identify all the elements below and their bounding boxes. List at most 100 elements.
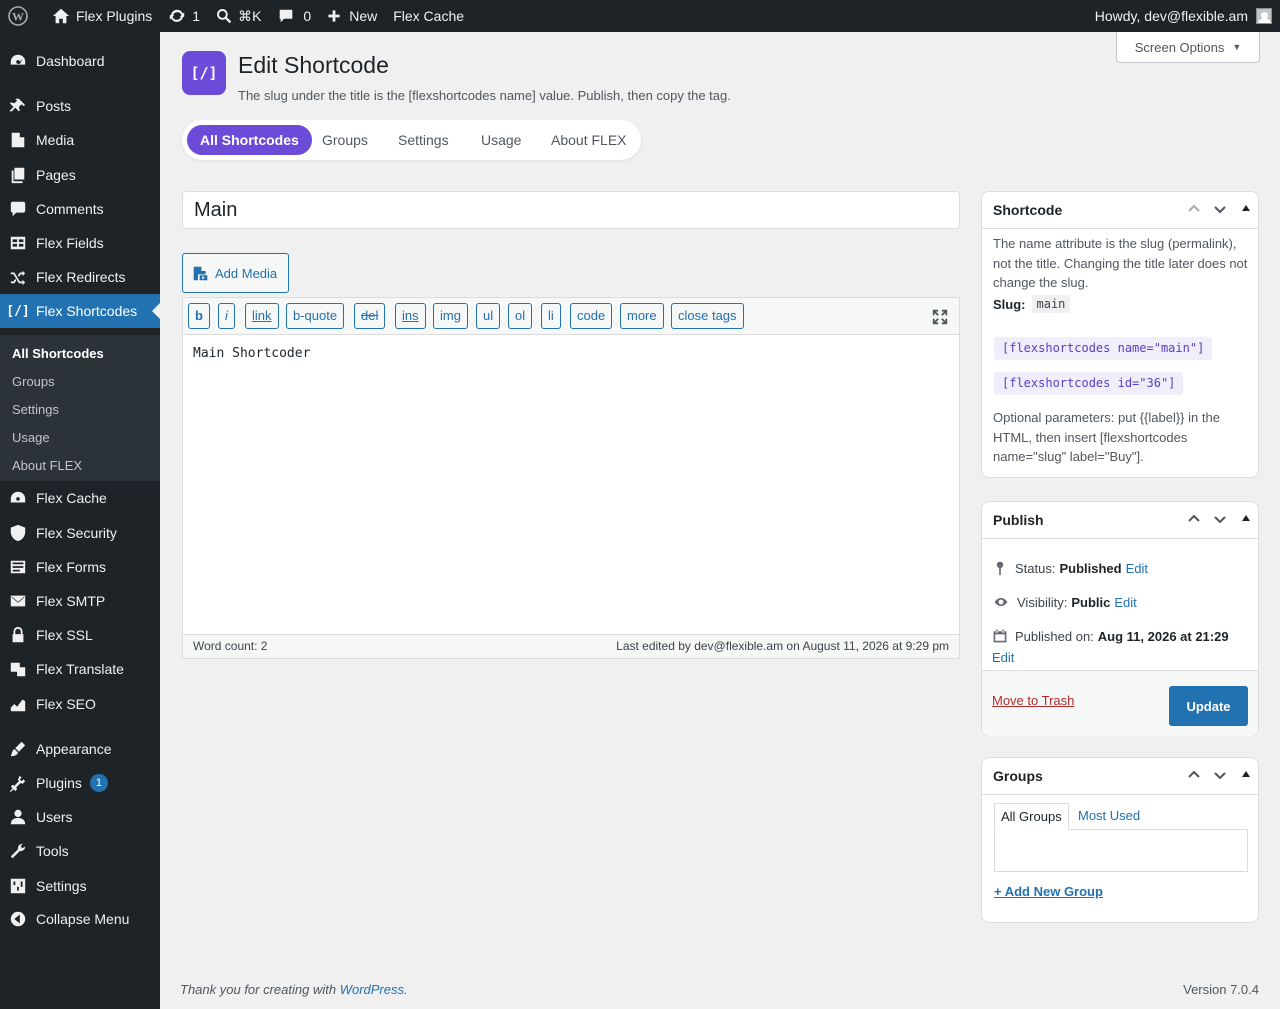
qt-ol-button[interactable]: ol — [508, 303, 533, 329]
move-up-icon[interactable] — [1187, 202, 1201, 219]
plus-icon — [328, 10, 340, 22]
tab-groups[interactable]: Groups — [309, 125, 381, 155]
shortcode-tag-name[interactable]: [flexshortcodes name="main"] — [994, 337, 1213, 360]
fullscreen-icon[interactable] — [931, 308, 949, 329]
menu-item-flex-cache[interactable]: Flex Cache — [0, 481, 160, 515]
tab-most-used[interactable]: Most Used — [1072, 803, 1146, 830]
qt-blockquote-button[interactable]: b-quote — [286, 303, 345, 329]
visibility-label: Visibility: — [1017, 594, 1068, 610]
move-to-trash-link[interactable]: Move to Trash — [992, 693, 1074, 708]
tab-settings[interactable]: Settings — [385, 125, 462, 155]
add-media-button[interactable]: Add Media — [182, 253, 289, 293]
menu-label: Settings — [36, 878, 87, 894]
site-name-link[interactable]: Flex Plugins — [44, 0, 160, 32]
move-down-icon[interactable] — [1213, 768, 1227, 785]
tab-all-groups[interactable]: All Groups — [994, 803, 1069, 830]
qt-ins-button[interactable]: ins — [395, 303, 426, 329]
status-label: Status: — [1015, 560, 1056, 576]
collapse-menu-button[interactable]: Collapse Menu — [0, 902, 160, 936]
pages-icon — [0, 166, 36, 184]
screen-options-button[interactable]: Screen Options ▼ — [1116, 32, 1260, 63]
editor-content[interactable]: Main Shortcoder — [193, 346, 310, 361]
qt-del-button[interactable]: del — [354, 303, 386, 329]
wordpress-link[interactable]: WordPress — [340, 982, 404, 997]
publish-box-title: Publish — [993, 512, 1044, 528]
menu-item-flex-ssl[interactable]: Flex SSL — [0, 618, 160, 652]
menu-item-flex-shortcodes[interactable]: [/] Flex Shortcodes — [0, 294, 160, 328]
wordpress-logo-icon[interactable]: W — [0, 0, 36, 32]
envelope-icon — [0, 592, 36, 610]
menu-item-flex-security[interactable]: Flex Security — [0, 516, 160, 550]
submenu-groups[interactable]: Groups — [12, 374, 55, 389]
toggle-panel-icon[interactable] — [1242, 515, 1250, 521]
flex-cache-link[interactable]: Flex Cache — [385, 0, 472, 32]
submenu-settings[interactable]: Settings — [12, 402, 59, 417]
qt-more-button[interactable]: more — [620, 303, 664, 329]
edit-date-link[interactable]: Edit — [992, 650, 1014, 665]
edit-status-link[interactable]: Edit — [1126, 561, 1148, 576]
user-icon — [0, 808, 36, 826]
shortcode-tag-id[interactable]: [flexshortcodes id="36"] — [994, 372, 1184, 395]
submenu-all-shortcodes[interactable]: All Shortcodes — [12, 346, 104, 361]
new-content-link[interactable]: New — [319, 0, 385, 32]
visibility-value: Public — [1071, 594, 1111, 610]
page-description: The slug under the title is the [flexsho… — [238, 88, 731, 103]
chart-icon — [0, 695, 36, 713]
menu-item-appearance[interactable]: Appearance — [0, 732, 160, 766]
toggle-panel-icon[interactable] — [1242, 205, 1250, 211]
qt-italic-button[interactable]: i — [218, 303, 235, 329]
command-palette-link[interactable]: ⌘K — [208, 0, 269, 32]
menu-item-users[interactable]: Users — [0, 800, 160, 834]
flex-cache-label: Flex Cache — [393, 8, 465, 24]
move-down-icon[interactable] — [1213, 512, 1227, 529]
qt-close-tags-button[interactable]: close tags — [671, 303, 744, 329]
qt-code-button[interactable]: code — [570, 303, 613, 329]
menu-item-dashboard[interactable]: Dashboard — [0, 44, 160, 78]
menu-label: Flex Cache — [36, 490, 107, 506]
move-up-icon[interactable] — [1187, 512, 1201, 529]
title-input[interactable]: Main — [182, 191, 960, 229]
menu-item-flex-translate[interactable]: Flex Translate — [0, 652, 160, 686]
qt-link-button[interactable]: link — [245, 303, 279, 329]
menu-label: Flex SEO — [36, 696, 96, 712]
menu-item-plugins[interactable]: Plugins 1 — [0, 766, 160, 800]
quicktags-toolbar: b i link b-quote del ins img ul ol li co… — [183, 298, 959, 335]
menu-item-flex-smtp[interactable]: Flex SMTP — [0, 584, 160, 618]
tab-usage[interactable]: Usage — [468, 125, 534, 155]
qt-ul-button[interactable]: ul — [476, 303, 501, 329]
comment-icon — [280, 9, 293, 23]
plug-icon — [0, 774, 36, 792]
menu-item-flex-forms[interactable]: Flex Forms — [0, 550, 160, 584]
edit-visibility-link[interactable]: Edit — [1114, 595, 1136, 610]
qt-li-button[interactable]: li — [541, 303, 561, 329]
menu-item-posts[interactable]: Posts — [0, 89, 160, 123]
pin-icon — [996, 561, 1004, 576]
menu-item-settings[interactable]: Settings — [0, 869, 160, 903]
add-new-group-link[interactable]: + Add New Group — [994, 884, 1103, 899]
menu-item-flex-redirects[interactable]: Flex Redirects — [0, 260, 160, 294]
slug-row: Slug: main — [993, 295, 1071, 313]
update-button[interactable]: Update — [1169, 686, 1248, 726]
move-up-icon[interactable] — [1187, 768, 1201, 785]
form-icon — [0, 558, 36, 576]
tab-about[interactable]: About FLEX — [538, 125, 640, 155]
qt-img-button[interactable]: img — [433, 303, 468, 329]
menu-item-flex-seo[interactable]: Flex SEO — [0, 687, 160, 721]
my-account[interactable]: Howdy, dev@flexible.am — [1095, 0, 1280, 32]
submenu-usage[interactable]: Usage — [12, 430, 50, 445]
move-down-icon[interactable] — [1213, 202, 1227, 219]
submenu-about[interactable]: About FLEX — [12, 458, 82, 473]
qt-bold-button[interactable]: b — [188, 303, 210, 329]
menu-item-tools[interactable]: Tools — [0, 834, 160, 868]
menu-item-pages[interactable]: Pages — [0, 158, 160, 192]
menu-label: Flex Forms — [36, 559, 106, 575]
page-title: Edit Shortcode — [238, 52, 389, 78]
menu-item-comments[interactable]: Comments — [0, 192, 160, 226]
menu-item-media[interactable]: Media — [0, 123, 160, 157]
toggle-panel-icon[interactable] — [1242, 771, 1250, 777]
menu-item-flex-fields[interactable]: Flex Fields — [0, 226, 160, 260]
updates-link[interactable]: 1 — [160, 0, 208, 32]
tab-all-shortcodes[interactable]: All Shortcodes — [187, 125, 312, 155]
visibility-row: Visibility: Public Edit — [992, 594, 1137, 610]
comments-link[interactable]: 0 — [269, 0, 319, 32]
